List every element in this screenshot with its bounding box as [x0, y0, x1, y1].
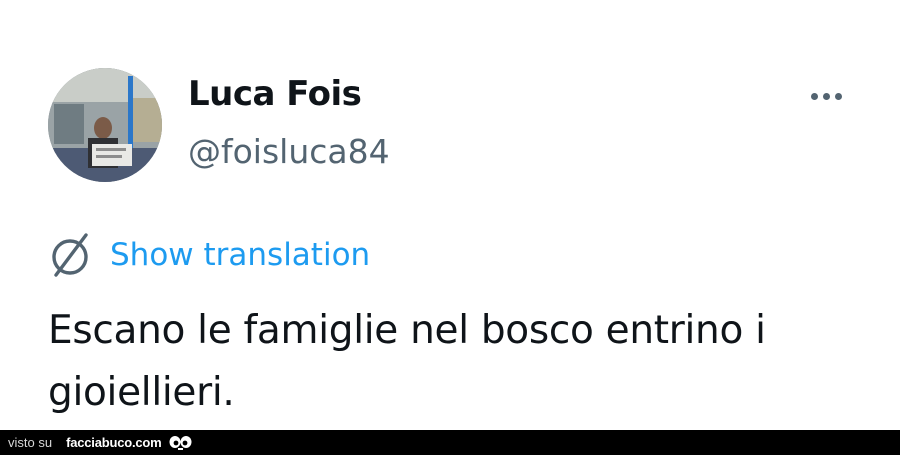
avatar-photo — [48, 68, 162, 182]
watermark-footer: visto su facciabuco.com — [0, 430, 900, 455]
more-horizontal-icon — [810, 92, 818, 100]
show-translation-label: Show translation — [110, 237, 371, 273]
avatar[interactable] — [48, 68, 162, 182]
translate-globe-icon — [52, 233, 88, 277]
eyes-logo-icon — [169, 435, 192, 450]
display-name[interactable]: Luca Fois — [188, 74, 362, 114]
footer-prefix: visto su — [8, 435, 53, 450]
show-translation-link[interactable]: Show translation — [48, 232, 370, 278]
footer-site-link[interactable]: facciabuco.com — [66, 435, 162, 450]
tweet-text: Escano le famiglie nel bosco entrino i g… — [48, 308, 766, 415]
user-handle[interactable]: @foisluca84 — [188, 132, 390, 171]
more-options-button[interactable] — [800, 82, 852, 110]
tweet-card: Luca Fois @foisluca84 Show translation E… — [0, 0, 900, 430]
more-horizontal-icon-dot — [834, 92, 842, 100]
more-horizontal-icon-dot — [822, 92, 830, 100]
